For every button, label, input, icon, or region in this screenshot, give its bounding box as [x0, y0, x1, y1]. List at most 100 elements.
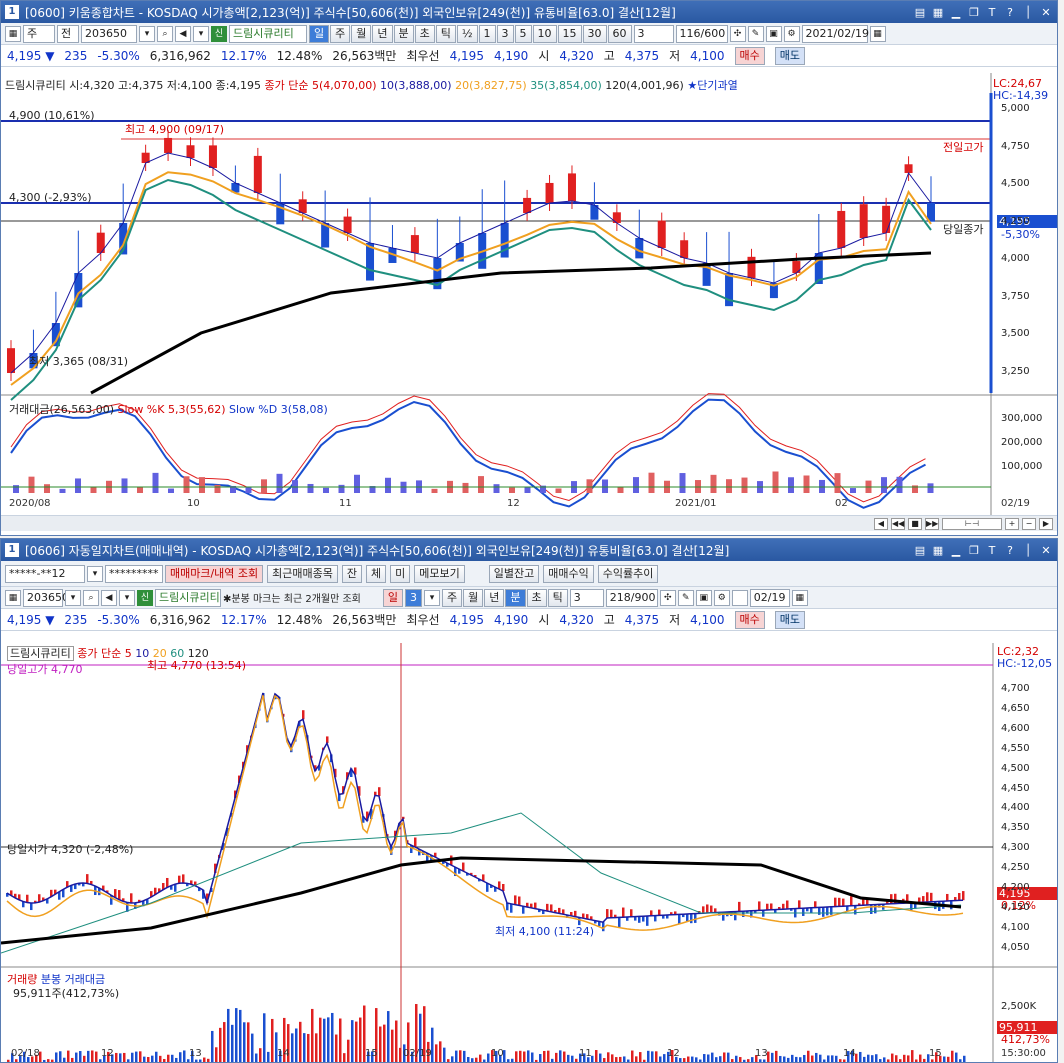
top-period-5[interactable]: 초	[414, 24, 435, 43]
buy-button[interactable]: 매수	[734, 46, 765, 65]
save-icon[interactable]: ▣	[695, 589, 712, 606]
journal-button-3[interactable]: 체	[366, 564, 387, 583]
grid-toggle-icon[interactable]: ▦	[5, 25, 21, 42]
restore-icon[interactable]: ❐	[967, 6, 981, 19]
bottom-period-4[interactable]: 초	[526, 588, 547, 607]
journal-button-6[interactable]: 일별잔고	[488, 564, 540, 583]
journal-button-7[interactable]: 매매수익	[543, 564, 594, 583]
range-select[interactable]: 전	[57, 24, 79, 43]
count-input[interactable]: 3	[633, 24, 674, 43]
settings-icon[interactable]: ⚙	[713, 589, 730, 606]
stock-code-input[interactable]: 203650	[81, 24, 137, 43]
search-icon[interactable]: ⌕	[157, 25, 173, 42]
tools-icon[interactable]: ✣	[659, 589, 676, 606]
dropdown-icon[interactable]: ▾	[424, 589, 440, 606]
top-period-7[interactable]: ½	[456, 24, 478, 43]
type-select[interactable]: 주	[23, 24, 55, 43]
date-input[interactable]: 2021/02/19	[801, 24, 869, 43]
journal-button-1[interactable]: 최근매매종목	[267, 564, 338, 583]
zoom-in-icon[interactable]: +	[1005, 517, 1019, 530]
bottom-period-3[interactable]: 분	[505, 588, 526, 607]
top-period-12[interactable]: 15	[557, 24, 582, 43]
top-period-10[interactable]: 5	[514, 24, 532, 43]
sell-button[interactable]: 매도	[774, 46, 806, 65]
minimize-icon[interactable]: ▁	[949, 544, 963, 557]
minute-chart-area[interactable]: 드림시큐리티 종가 단순 5 10 20 60 120 당일고가 4,770 최…	[1, 643, 1057, 1062]
top-period-6[interactable]: 틱	[435, 24, 456, 43]
help-icon[interactable]: ?	[1003, 544, 1017, 557]
dropdown-icon[interactable]: ▾	[87, 565, 103, 582]
pencil-icon[interactable]: ✎	[677, 589, 694, 606]
journal-button-8[interactable]: 수익률추이	[597, 564, 659, 583]
date-checkbox[interactable]	[731, 589, 748, 606]
period-day[interactable]: 일	[382, 588, 403, 607]
dropdown-icon[interactable]: ▾	[119, 589, 135, 606]
bottom-period-1[interactable]: 월	[463, 588, 484, 607]
grid-icon[interactable]: ▦	[931, 544, 945, 557]
rewind-icon[interactable]: ◀◀	[891, 517, 905, 530]
help-icon[interactable]: ?	[1003, 6, 1017, 19]
restore-icon[interactable]: ❐	[967, 544, 981, 557]
zoom-slider[interactable]: ⊢⊣	[942, 517, 1002, 530]
top-period-11[interactable]: 10	[532, 24, 557, 43]
period-value[interactable]: 3	[405, 588, 422, 607]
search-icon[interactable]: ⌕	[83, 589, 99, 606]
volume-bar	[963, 1055, 966, 1062]
calendar-icon[interactable]: ▦	[791, 589, 808, 606]
journal-button-2[interactable]: 잔	[341, 564, 363, 583]
tools-icon[interactable]: ✣	[729, 25, 746, 42]
buy-button[interactable]: 매수	[734, 610, 765, 629]
sell-button[interactable]: 매도	[774, 610, 806, 629]
stop-icon[interactable]: ■	[908, 517, 922, 530]
minimize-icon[interactable]: ▁	[949, 6, 963, 19]
pin-icon[interactable]: ▤	[913, 544, 927, 557]
menu-icon[interactable]: │	[1021, 544, 1035, 557]
tree-icon[interactable]: T	[985, 544, 999, 557]
dropdown-icon[interactable]: ▾	[193, 25, 209, 42]
prev-icon[interactable]: ◀	[874, 517, 888, 530]
tree-icon[interactable]: T	[985, 6, 999, 19]
volume-bar	[171, 1054, 174, 1062]
volume-bar	[524, 487, 531, 493]
top-period-3[interactable]: 년	[372, 24, 393, 43]
pencil-icon[interactable]: ✎	[747, 25, 764, 42]
bottom-period-5[interactable]: 틱	[547, 588, 568, 607]
stock-code-input[interactable]: 203650	[23, 588, 69, 607]
forward-icon[interactable]: ▶▶	[925, 517, 939, 530]
zoom-out-icon[interactable]: −	[1022, 517, 1036, 530]
grid-icon[interactable]: ▦	[931, 6, 945, 19]
speaker-icon[interactable]: ◀	[175, 25, 191, 42]
top-period-8[interactable]: 1	[478, 24, 496, 43]
close-icon[interactable]: ✕	[1039, 6, 1053, 19]
price-chart-area[interactable]: 드림시큐리티 시:4,320 고:4,375 저:4,100 종:4,195 종…	[1, 73, 1057, 516]
top-period-0[interactable]: 일	[309, 24, 330, 43]
date-input[interactable]: 02/19	[749, 588, 790, 607]
password-input[interactable]: *********	[105, 564, 163, 583]
dropdown-icon[interactable]: ▾	[139, 25, 155, 42]
count-input[interactable]: 3	[569, 588, 604, 607]
pin-icon[interactable]: ▤	[913, 6, 927, 19]
top-period-9[interactable]: 3	[496, 24, 514, 43]
bottom-period-2[interactable]: 년	[484, 588, 505, 607]
top-period-13[interactable]: 30	[582, 24, 607, 43]
journal-button-5[interactable]: 메모보기	[414, 564, 465, 583]
menu-icon[interactable]: │	[1021, 6, 1035, 19]
journal-button-4[interactable]: 미	[390, 564, 411, 583]
grid-toggle-icon[interactable]: ▦	[5, 589, 21, 606]
speaker-icon[interactable]: ◀	[101, 589, 117, 606]
top-period-1[interactable]: 주	[330, 24, 351, 43]
account-select[interactable]: *****-**12	[5, 564, 85, 583]
close-icon[interactable]: ✕	[1039, 544, 1053, 557]
dropdown-icon[interactable]: ▾	[65, 589, 81, 606]
settings-icon[interactable]: ⚙	[783, 25, 800, 42]
bottom-period-0[interactable]: 주	[442, 588, 463, 607]
volume-bar	[451, 1056, 454, 1062]
top-period-4[interactable]: 분	[393, 24, 414, 43]
top-period-2[interactable]: 월	[351, 24, 372, 43]
save-icon[interactable]: ▣	[765, 25, 782, 42]
chart-scrollbar[interactable]: ◀ ◀◀ ■ ▶▶ ⊢⊣ + − ▶	[1, 515, 1057, 531]
last-icon[interactable]: ▶	[1039, 517, 1053, 530]
top-period-14[interactable]: 60	[607, 24, 632, 43]
calendar-icon[interactable]: ▦	[869, 25, 886, 42]
journal-button-0[interactable]: 매매마크/내역 조회	[165, 564, 264, 583]
